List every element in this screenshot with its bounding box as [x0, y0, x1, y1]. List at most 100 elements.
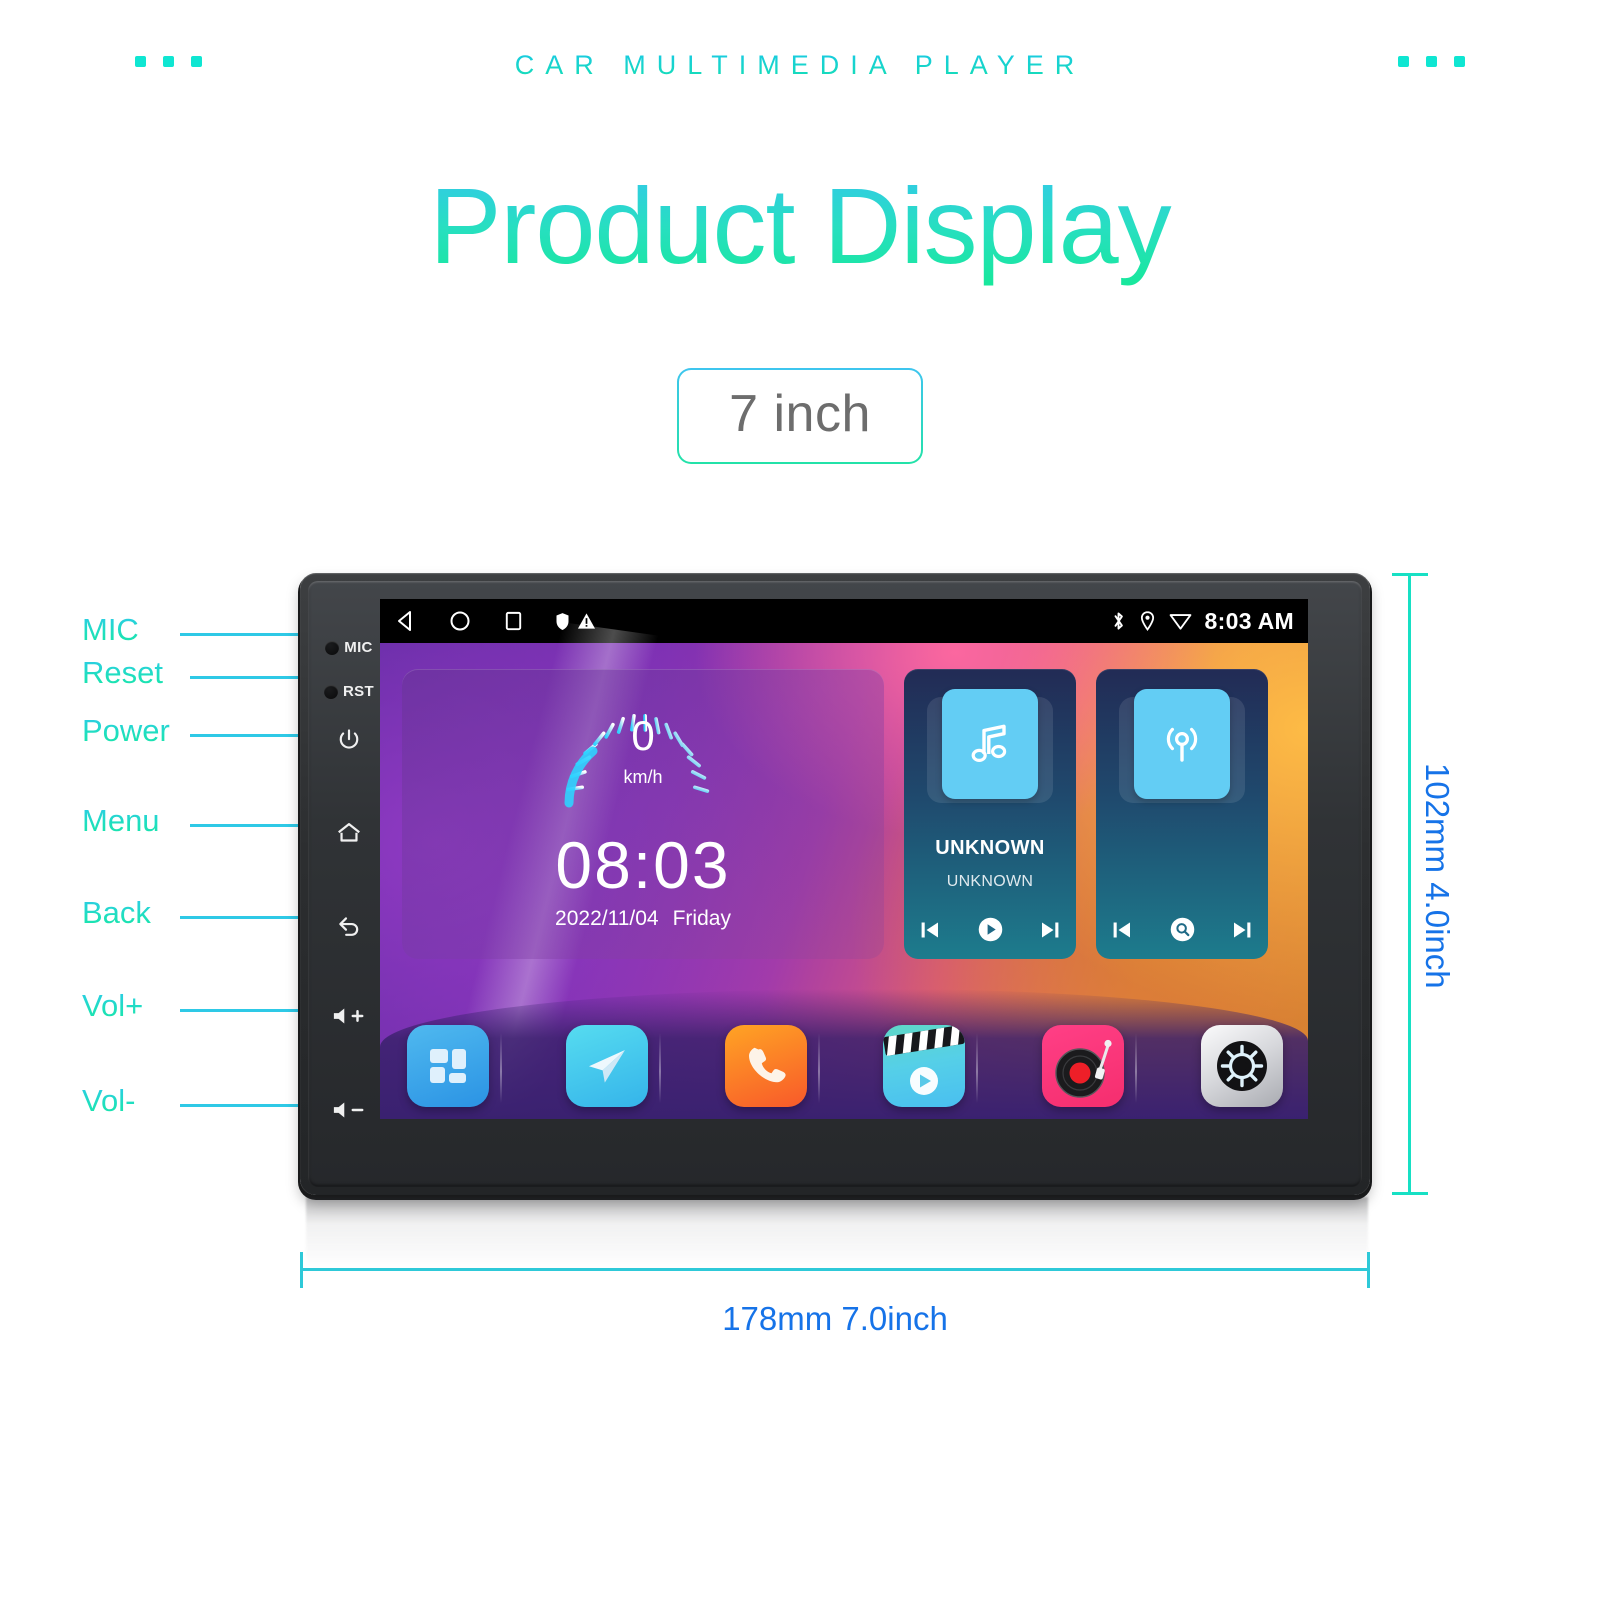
- callout-label: Menu: [82, 803, 160, 838]
- leader-line-volume-down: [180, 1104, 300, 1107]
- music-widget[interactable]: UNKNOWN UNKNOWN: [904, 669, 1076, 959]
- apps-grid-icon[interactable]: [407, 1025, 489, 1107]
- dock-item-apps[interactable]: [400, 1025, 502, 1107]
- leader-line-mic: [180, 633, 300, 636]
- clock-weekday: Friday: [672, 907, 731, 930]
- radio-widget[interactable]: [1096, 669, 1268, 959]
- dock-separator: [500, 1033, 502, 1103]
- callout-label: Vol-: [82, 1083, 136, 1118]
- music-controls: [918, 916, 1062, 943]
- wifi-icon: [1169, 614, 1191, 630]
- volume-up-icon: [333, 1008, 364, 1024]
- dock-item-navigation[interactable]: [559, 1025, 661, 1107]
- music-title: UNKNOWN: [935, 837, 1045, 859]
- dimension-cap-bottom: [1392, 1192, 1428, 1195]
- car-multimedia-device: MIC RST 8:03 AM 0 km/h 08:03 2022/11/04 …: [300, 573, 1370, 1195]
- next-icon[interactable]: [1230, 918, 1254, 942]
- leader-line-reset: [190, 676, 300, 679]
- leader-line-menu: [190, 824, 300, 827]
- home-icon: [338, 823, 360, 842]
- menu-home-button[interactable]: [318, 819, 380, 847]
- reset-label: RST: [343, 683, 374, 700]
- phone-icon[interactable]: [724, 1025, 807, 1107]
- callout-label: Power: [82, 713, 170, 748]
- bluetooth-icon: [1114, 612, 1123, 630]
- dock-separator: [976, 1033, 979, 1103]
- clapperboard-glyph-icon: [883, 1025, 965, 1095]
- back-button[interactable]: [318, 911, 380, 939]
- previous-icon[interactable]: [1110, 918, 1134, 942]
- settings-gear-icon[interactable]: [1200, 1025, 1283, 1107]
- callout-volume-down: Vol-: [82, 1083, 135, 1119]
- size-badge-wrap: 7 inch: [0, 368, 1600, 464]
- callout-reset: Reset: [82, 655, 163, 691]
- clock-speedometer-widget[interactable]: 0 km/h 08:03 2022/11/04 Friday: [402, 669, 884, 959]
- leader-line-back: [180, 916, 300, 919]
- shield-icon: [556, 612, 569, 630]
- paper-plane-glyph-icon: [588, 1050, 625, 1083]
- next-icon[interactable]: [1038, 918, 1062, 942]
- callout-mic: MIC: [82, 612, 139, 648]
- music-subtitle: UNKNOWN: [946, 873, 1034, 890]
- callout-label: Back: [82, 895, 151, 930]
- dock-separator: [1135, 1033, 1138, 1103]
- grid-glyph-icon: [430, 1049, 466, 1083]
- dock-item-music-player[interactable]: [1035, 1025, 1138, 1107]
- page-title: Product Display: [0, 163, 1600, 288]
- dimension-cap-right: [1367, 1252, 1370, 1288]
- radio-broadcast-icon: [1166, 727, 1198, 762]
- page-kicker: CAR MULTIMEDIA PLAYER: [0, 50, 1600, 81]
- dock-item-phone[interactable]: [718, 1025, 820, 1107]
- app-dock: [400, 1025, 1290, 1107]
- size-badge-label: 7 inch: [729, 385, 871, 443]
- dock-item-video[interactable]: [876, 1025, 979, 1107]
- mic-button[interactable]: MIC: [318, 639, 380, 656]
- decorative-dots-right: [1398, 56, 1465, 67]
- android-status-bar: 8:03 AM: [380, 599, 1308, 643]
- dock-separator: [658, 1033, 661, 1103]
- status-bar-time: 8:03 AM: [1204, 607, 1294, 634]
- volume-down-icon: [333, 1102, 364, 1118]
- back-triangle-icon[interactable]: [394, 609, 418, 633]
- music-player-icon[interactable]: [1042, 1025, 1125, 1107]
- reset-button[interactable]: RST: [318, 683, 380, 700]
- speed-value: 0: [631, 712, 655, 759]
- size-badge: 7 inch: [677, 368, 923, 464]
- volume-down-button[interactable]: [318, 1099, 380, 1121]
- dimension-width-label: 178mm 7.0inch: [722, 1300, 948, 1337]
- power-button[interactable]: [318, 727, 380, 753]
- device-reflection: [306, 1197, 1368, 1269]
- leader-line-volume-up: [180, 1009, 300, 1012]
- dock-item-settings[interactable]: [1194, 1025, 1290, 1107]
- home-circle-icon[interactable]: [448, 609, 472, 633]
- callout-label: MIC: [82, 612, 139, 647]
- dock-separator: [817, 1033, 820, 1103]
- back-arrow-icon: [339, 917, 359, 936]
- clock-date: 2022/11/04: [555, 907, 659, 930]
- reset-hole-icon: [324, 684, 339, 699]
- search-icon[interactable]: [1169, 916, 1196, 943]
- volume-up-button[interactable]: [318, 1005, 380, 1027]
- music-icon-tile[interactable]: [942, 689, 1038, 799]
- callout-label: Vol+: [82, 988, 144, 1023]
- device-button-column: MIC RST: [318, 595, 380, 1183]
- dot: [1454, 56, 1465, 67]
- callout-back: Back: [82, 895, 151, 931]
- video-icon[interactable]: [883, 1025, 966, 1107]
- mic-hole-icon: [325, 640, 340, 655]
- navigation-icon[interactable]: [565, 1025, 648, 1107]
- dot: [1426, 56, 1437, 67]
- location-pin-icon: [1140, 611, 1154, 631]
- warning-icon: [577, 613, 596, 629]
- dimension-height-label: 102mm 4.0inch: [1419, 763, 1456, 989]
- device-bezel: MIC RST 8:03 AM 0 km/h 08:03 2022/11/04 …: [308, 581, 1362, 1187]
- touchscreen[interactable]: 8:03 AM 0 km/h 08:03 2022/11/04 Friday U…: [380, 599, 1308, 1119]
- radio-controls: [1110, 916, 1254, 943]
- previous-icon[interactable]: [918, 918, 942, 942]
- home-wallpaper: 0 km/h 08:03 2022/11/04 Friday UNKNOWN U…: [380, 604, 1308, 1119]
- play-icon[interactable]: [977, 916, 1004, 943]
- home-widgets: 0 km/h 08:03 2022/11/04 Friday UNKNOWN U…: [402, 669, 1288, 959]
- radio-icon-tile[interactable]: [1134, 689, 1230, 799]
- recents-square-icon[interactable]: [502, 609, 525, 633]
- dot: [1398, 56, 1409, 67]
